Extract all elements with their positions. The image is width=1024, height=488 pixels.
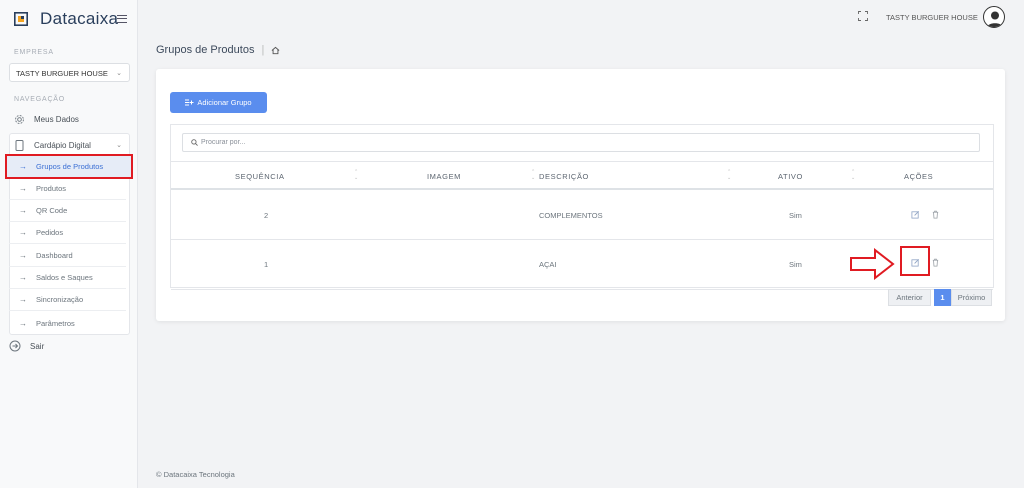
navigation-section-label: NAVEGAÇÃO [14, 96, 66, 103]
company-section-label: EMPRESA [14, 49, 54, 56]
arrow-right-icon: → [19, 206, 27, 215]
sidebar-subitem-qr-code[interactable]: → QR Code [9, 200, 126, 222]
logo[interactable]: Datacaixa [14, 9, 118, 29]
sidebar-item-my-data[interactable]: Meus Dados [9, 108, 130, 130]
sidebar-subitem-dashboard[interactable]: → Dashboard [9, 245, 126, 267]
page-title: Grupos de Produtos [156, 44, 255, 56]
sort-icon[interactable]: ⌃ ⌄ [727, 169, 731, 181]
sidebar-item-label: Cardápio Digital [34, 140, 91, 150]
content-card: Adicionar Grupo Procurar por... SEQUÊNCI… [156, 69, 1005, 321]
chevron-down-icon: ⌄ [116, 70, 122, 77]
company-select-value: TASTY BURGUER HOUSE [16, 69, 108, 78]
sidebar-subitem-label: Parâmetros [36, 318, 75, 328]
arrow-right-icon: → [19, 162, 27, 171]
groups-table: Procurar por... SEQUÊNCIA ⌃ ⌄ IMAGEM ⌃ ⌄ D… [170, 124, 994, 290]
app-name: Datacaixa [40, 9, 119, 28]
sidebar-item-label: Meus Dados [34, 114, 79, 124]
column-header-description[interactable]: DESCRIÇÃO [539, 172, 589, 181]
user-avatar-icon[interactable] [983, 6, 1005, 28]
sort-icon[interactable]: ⌃ ⌄ [851, 169, 855, 181]
column-header-image: IMAGEM [427, 172, 462, 181]
sidebar-subitem-label: Produtos [36, 184, 67, 193]
previous-page-button[interactable]: Anterior [888, 289, 931, 306]
column-header-sequence[interactable]: SEQUÊNCIA [235, 172, 285, 181]
sidebar-subitem-label: Pedidos [36, 228, 64, 237]
breadcrumb-separator: | [261, 44, 265, 56]
search-input[interactable]: Procurar por... [182, 133, 980, 152]
sidebar-subitem-label: Dashboard [36, 251, 73, 260]
arrow-right-icon: → [19, 318, 27, 328]
trash-icon[interactable] [931, 210, 940, 219]
search-icon [191, 139, 198, 146]
sidebar-subitem-label: Grupos de Produtos [36, 162, 104, 171]
gear-icon [13, 113, 25, 125]
page-1-button[interactable]: 1 [934, 289, 951, 306]
chevron-down-icon: ⌄ [116, 142, 122, 149]
sidebar-item-label: Sair [30, 341, 45, 351]
sidebar-subitem-sync[interactable]: → Sincronização [9, 289, 126, 311]
edit-icon[interactable] [911, 258, 920, 267]
logout-icon [9, 340, 21, 352]
sidebar-subitem-label: Saldos e Saques [36, 273, 93, 282]
arrow-right-icon: → [19, 273, 27, 282]
sidebar: Datacaixa EMPRESA TASTY BURGUER HOUSE ⌄ … [0, 0, 138, 488]
sidebar-item-logout[interactable]: Sair [5, 335, 126, 357]
column-header-active[interactable]: ATIVO [778, 172, 803, 181]
fullscreen-icon[interactable] [858, 11, 868, 21]
company-select[interactable]: TASTY BURGUER HOUSE ⌄ [9, 63, 130, 82]
cell-description: COMPLEMENTOS [539, 211, 603, 220]
phone-icon [13, 139, 25, 151]
next-page-button[interactable]: Próximo [951, 289, 992, 306]
sidebar-subitem-balances[interactable]: → Saldos e Saques [9, 267, 126, 289]
sidebar-subitem-orders[interactable]: → Pedidos [9, 222, 126, 244]
search-placeholder: Procurar por... [201, 139, 246, 146]
pointer-arrow-icon [850, 248, 895, 280]
edit-icon[interactable] [911, 210, 920, 219]
cell-sequence: 2 [264, 211, 269, 220]
sidebar-subitem-label: QR Code [36, 206, 68, 215]
table-header: SEQUÊNCIA ⌃ ⌄ IMAGEM ⌃ ⌄ DESCRIÇÃO ⌃ ⌄ ATIV… [171, 161, 993, 190]
sort-icon[interactable]: ⌃ ⌄ [354, 169, 358, 181]
breadcrumb: Grupos de Produtos | [156, 44, 280, 56]
table-row: 1 AÇAI Sim [171, 241, 993, 290]
arrow-right-icon: → [19, 228, 27, 237]
trash-icon[interactable] [931, 258, 940, 267]
sort-icon[interactable]: ⌃ ⌄ [531, 169, 535, 181]
add-group-label: Adicionar Grupo [197, 98, 252, 107]
footer-copyright: © Datacaixa Tecnologia [156, 470, 235, 479]
arrow-right-icon: → [19, 184, 27, 193]
column-header-actions: AÇÕES [904, 172, 934, 181]
sidebar-subitem-parameters[interactable]: → Parâmetros [9, 312, 126, 334]
topbar: TASTY BURGUER HOUSE [138, 0, 1024, 36]
table-row: 2 COMPLEMENTOS Sim [171, 191, 993, 240]
arrow-right-icon: → [19, 251, 27, 260]
datacaixa-logo-icon [14, 12, 28, 26]
add-group-button[interactable]: Adicionar Grupo [170, 92, 267, 113]
cell-sequence: 1 [264, 260, 269, 269]
cell-active: Sim [789, 211, 802, 220]
user-name[interactable]: TASTY BURGUER HOUSE [886, 13, 978, 22]
sidebar-subitem-product-groups[interactable]: → Grupos de Produtos [5, 154, 133, 179]
home-icon[interactable] [271, 46, 280, 55]
sidebar-subitem-label: Sincronização [36, 295, 84, 304]
sidebar-item-digital-menu[interactable]: Cardápio Digital ⌄ [9, 134, 130, 156]
add-list-icon [185, 99, 194, 106]
pagination: Anterior 1 Próximo [888, 289, 992, 306]
sidebar-subitem-products[interactable]: → Produtos [9, 178, 126, 200]
cell-active: Sim [789, 260, 802, 269]
cell-description: AÇAI [539, 260, 557, 269]
arrow-right-icon: → [19, 295, 27, 304]
menu-toggle-icon[interactable] [117, 15, 127, 23]
